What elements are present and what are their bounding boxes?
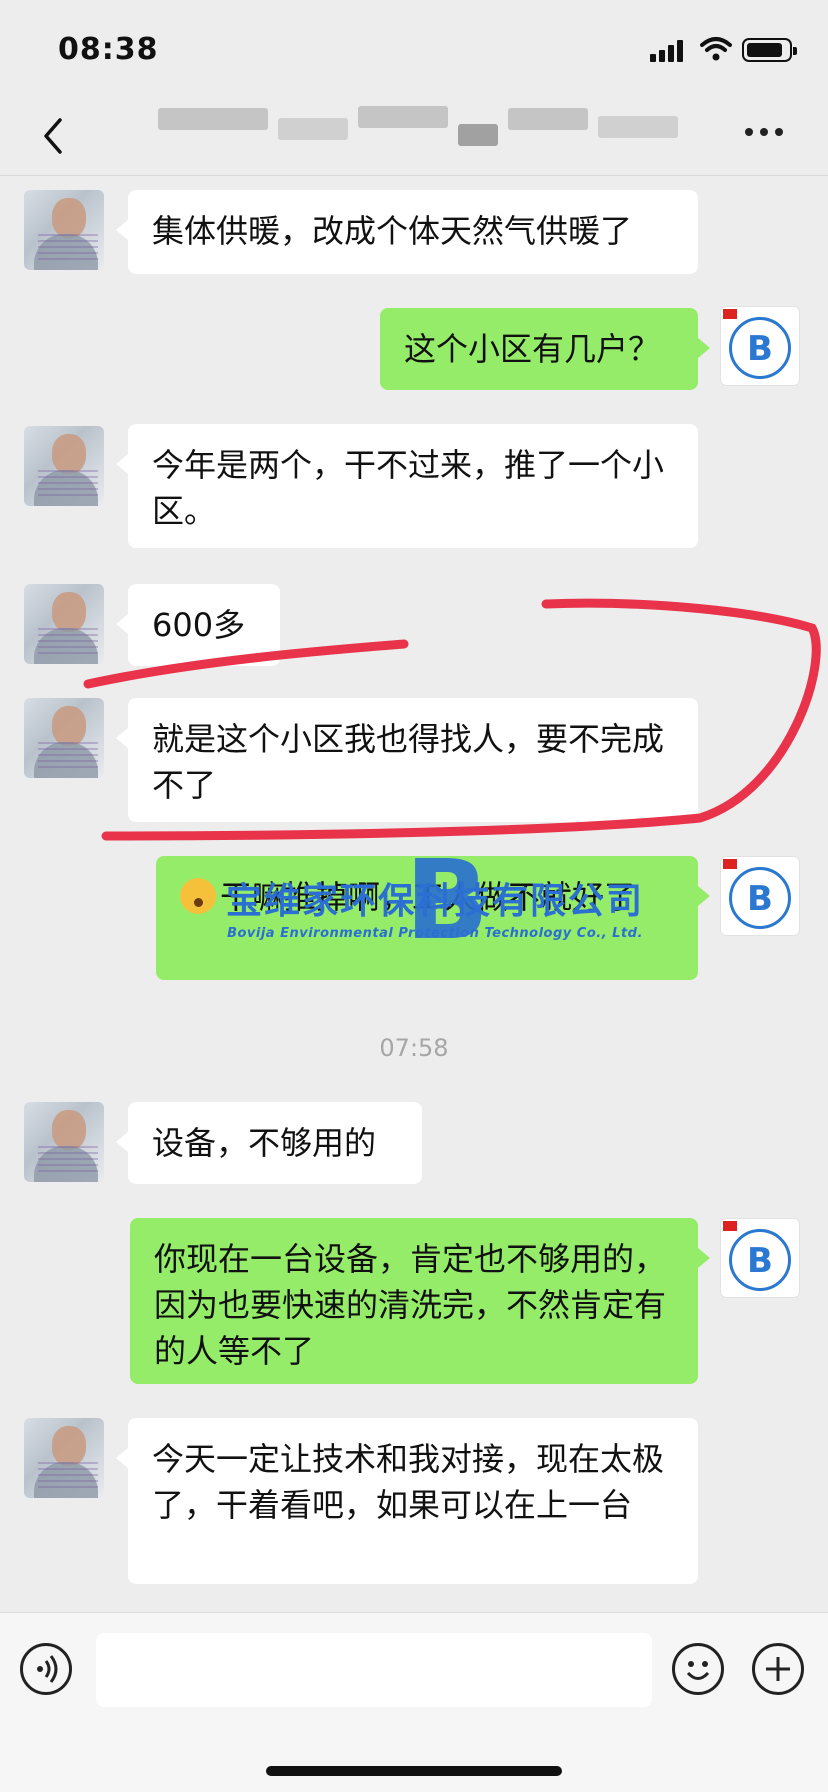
- message-bubble-received[interactable]: 设备，不够用的: [116, 1102, 422, 1184]
- self-avatar[interactable]: B: [720, 1218, 800, 1298]
- signal-icon: [650, 40, 686, 62]
- message-bubble-received[interactable]: 就是这个小区我也得找人，要不完成不了: [116, 698, 698, 822]
- emoji-icon[interactable]: [672, 1643, 724, 1695]
- message-input[interactable]: [96, 1633, 652, 1707]
- message-bubble-received[interactable]: 600多: [116, 584, 280, 666]
- chat-title-blurred: [158, 104, 678, 154]
- self-avatar[interactable]: B: [720, 306, 800, 386]
- voice-icon[interactable]: [20, 1643, 72, 1695]
- message-bubble-received[interactable]: 集体供暖，改成个体天然气供暖了: [116, 190, 698, 274]
- status-time: 08:38: [58, 32, 159, 67]
- plus-icon[interactable]: [752, 1643, 804, 1695]
- message-bubble-sent[interactable]: 这个小区有几户？: [380, 308, 710, 390]
- self-avatar[interactable]: B: [720, 856, 800, 936]
- company-watermark: B 宝维家环保科技有限公司 Bovija Environmental Prote…: [200, 836, 670, 964]
- input-bar: [0, 1612, 828, 1792]
- contact-avatar[interactable]: [24, 1418, 104, 1498]
- message-bubble-sent[interactable]: 你现在一台设备，肯定也不够用的，因为也要快速的清洗完，不然肯定有的人等不了: [130, 1218, 710, 1384]
- contact-avatar[interactable]: [24, 1102, 104, 1182]
- chevron-left-icon[interactable]: [38, 114, 68, 158]
- message-bubble-received[interactable]: 今天一定让技术和我对接，现在太极了，干着看吧，如果可以在上一台: [116, 1418, 698, 1584]
- battery-icon: [742, 38, 797, 62]
- watermark-logo: B: [405, 836, 489, 964]
- contact-avatar[interactable]: [24, 584, 104, 664]
- home-indicator: [266, 1766, 562, 1776]
- message-timestamp: 07:58: [379, 1034, 449, 1062]
- wifi-icon: [700, 37, 732, 61]
- contact-avatar[interactable]: [24, 426, 104, 506]
- message-bubble-received[interactable]: 今年是两个，干不过来，推了一个小区。: [116, 424, 698, 548]
- more-dots-icon[interactable]: [745, 128, 785, 138]
- contact-avatar[interactable]: [24, 698, 104, 778]
- status-bar: 08:38: [0, 0, 828, 100]
- contact-avatar[interactable]: [24, 190, 104, 270]
